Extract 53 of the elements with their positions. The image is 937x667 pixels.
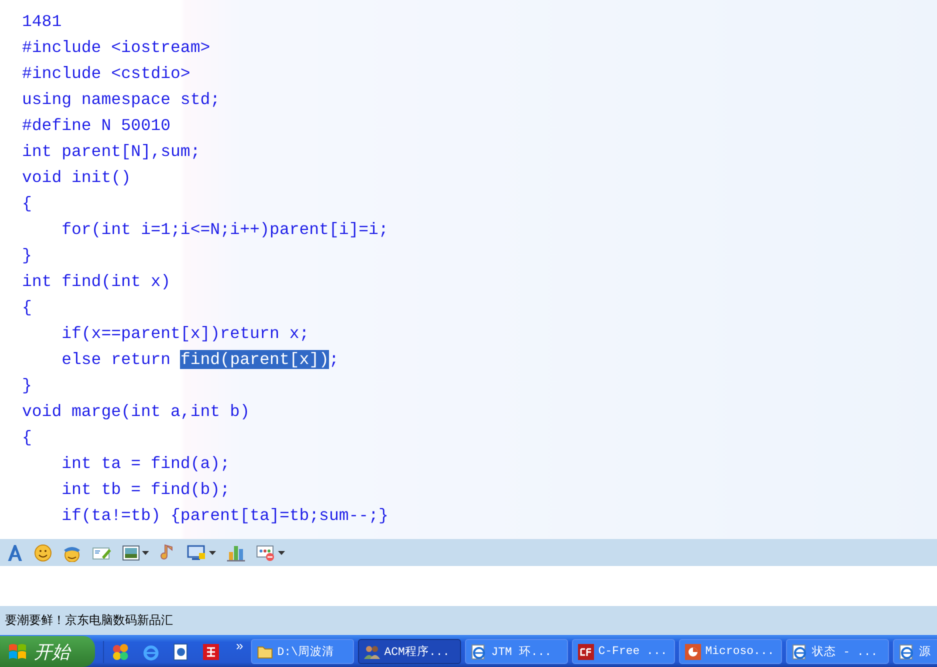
code-text: using namespace std; bbox=[22, 90, 220, 108]
taskbar-task[interactable]: JTM 环... bbox=[465, 639, 568, 664]
caret-icon bbox=[278, 550, 285, 555]
code-text: 1481 bbox=[22, 12, 62, 30]
presentation-icon bbox=[685, 644, 702, 660]
browser-icon bbox=[792, 644, 808, 660]
caret-icon bbox=[209, 550, 216, 555]
selected-code-text: find(parent[x]) bbox=[180, 350, 329, 368]
code-text: } bbox=[22, 246, 32, 264]
cf-icon bbox=[578, 644, 594, 660]
picture-icon bbox=[122, 544, 140, 561]
code-text: if(x==parent[x])return x; bbox=[60, 324, 310, 342]
code-text: for(int i=1;i<=N;i++)parent[i]=i; bbox=[60, 220, 388, 238]
font-icon bbox=[6, 544, 24, 562]
code-text: void marge(int a,int b) bbox=[22, 402, 250, 420]
code-text: } bbox=[22, 376, 32, 394]
colored-balls-icon bbox=[111, 642, 131, 662]
screen-icon bbox=[187, 544, 207, 562]
code-text: int tb = find(b); bbox=[60, 480, 230, 498]
code-text: int parent[N],sum; bbox=[22, 142, 200, 160]
code-text: void init() bbox=[22, 168, 131, 186]
code-text: { bbox=[22, 428, 32, 446]
taskbar-task[interactable]: C-Free ... bbox=[572, 639, 676, 664]
taskbar-task[interactable]: ACM程序... bbox=[358, 639, 462, 664]
code-text: #include <cstdio> bbox=[22, 64, 190, 82]
bar-chart-icon bbox=[226, 544, 246, 562]
seal-icon bbox=[202, 642, 220, 660]
folder-icon bbox=[257, 644, 274, 658]
caret-icon bbox=[142, 550, 149, 555]
code-text: else return bbox=[60, 350, 172, 368]
code-text: { bbox=[22, 298, 32, 316]
browser-icon bbox=[471, 644, 488, 660]
code-text: if(ta!=tb) {parent[ta]=tb;sum--;} bbox=[60, 506, 388, 524]
taskbar-task[interactable]: Microso... bbox=[679, 639, 782, 664]
code-text: #define N 50010 bbox=[22, 116, 171, 134]
browser-icon bbox=[142, 642, 160, 660]
code-text: int find(int x) bbox=[22, 272, 171, 290]
document-icon bbox=[172, 642, 190, 660]
code-text: ; bbox=[328, 350, 339, 368]
apps-icon bbox=[256, 544, 276, 562]
ad-link[interactable]: 要潮要鲜！京东电脑数码新品汇 bbox=[5, 612, 173, 630]
windows-logo-icon bbox=[8, 642, 28, 661]
people-icon bbox=[364, 644, 380, 660]
smiley-icon bbox=[34, 544, 52, 562]
browser-icon bbox=[899, 644, 916, 660]
more-button[interactable]: » bbox=[232, 638, 248, 654]
code-text: { bbox=[22, 194, 32, 212]
taskbar-task[interactable]: 源 bbox=[893, 639, 937, 664]
code-text: int ta = find(a); bbox=[60, 454, 230, 472]
start-button[interactable]: 开始 bbox=[0, 636, 95, 667]
taskbar-task[interactable]: 状态 - ... bbox=[786, 639, 890, 664]
taskbar-task[interactable]: D:\周波清 bbox=[251, 639, 354, 664]
code-text: #include <iostream> bbox=[22, 38, 210, 56]
